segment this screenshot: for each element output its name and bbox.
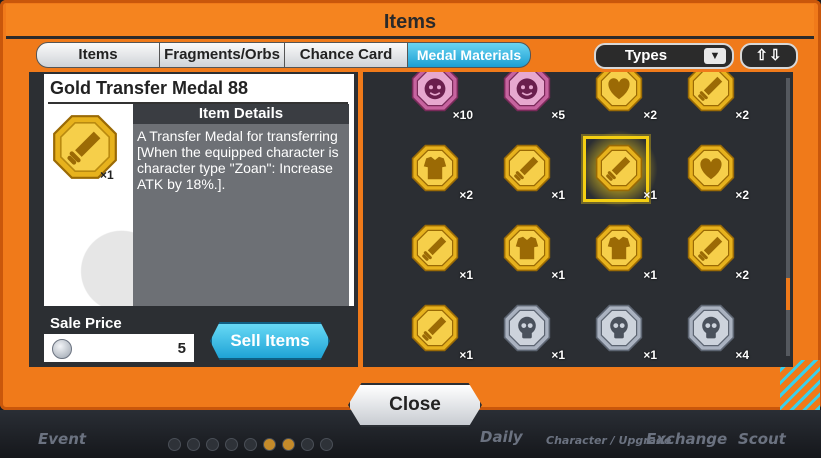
medal-grid: ×10 ×5 ×2 ×2 ×2 ×1 ×1 ×2 ×1 ×1 ×1 ×2 ×1 ×1 ×1 ×4 — [363, 72, 793, 367]
medal-slot[interactable]: ×1 — [405, 300, 473, 362]
tab-bar: Items Fragments/Orbs Chance Card Medal M… — [36, 42, 531, 68]
gold-heart-medal-icon — [595, 72, 643, 117]
medal-count: ×2 — [735, 188, 749, 202]
title-bar: Items — [6, 4, 814, 39]
medal-count: ×1 — [643, 188, 657, 202]
medal-slot[interactable]: ×5 — [497, 72, 565, 122]
grid-scrollbar[interactable] — [786, 78, 790, 356]
bg-nav-scout: Scout — [738, 430, 786, 448]
chevron-down-icon: ▼ — [704, 48, 726, 64]
silver-skull-medal-icon — [595, 304, 643, 357]
tab-items[interactable]: Items — [36, 42, 160, 68]
gold-sword-medal-icon — [687, 224, 735, 277]
medal-count: ×2 — [735, 108, 749, 122]
tab-fragments-orbs[interactable]: Fragments/Orbs — [160, 42, 285, 68]
tab-chance-card[interactable]: Chance Card — [285, 42, 408, 68]
medal-count: ×1 — [643, 268, 657, 282]
medal-count: ×1 — [459, 348, 473, 362]
medal-count: ×1 — [551, 188, 565, 202]
sort-order-button[interactable]: ⇧⇩ — [740, 43, 798, 69]
medal-count: ×1 — [551, 268, 565, 282]
gold-heart-medal-icon — [687, 144, 735, 197]
medal-count: ×2 — [735, 268, 749, 282]
gold-sword-medal-icon — [411, 304, 459, 357]
sale-price-value: 5 — [177, 340, 186, 357]
medal-slot[interactable]: ×4 — [681, 300, 749, 362]
tab-medal-materials[interactable]: Medal Materials — [408, 42, 531, 68]
medal-count: ×1 — [459, 268, 473, 282]
sale-price-label: Sale Price — [44, 314, 194, 334]
medal-count: ×10 — [452, 108, 473, 122]
item-count: ×1 — [100, 168, 114, 182]
silver-skull-medal-icon — [687, 304, 735, 357]
item-description: A Transfer Medal for transferring [When … — [137, 128, 339, 192]
medal-slot[interactable]: ×1 — [583, 136, 657, 202]
silver-skull-medal-icon — [503, 304, 551, 357]
types-label: Types — [624, 47, 668, 64]
medal-slot[interactable]: ×1 — [497, 140, 565, 202]
page-dots — [168, 438, 333, 451]
item-info-card: Gold Transfer Medal 88 ×1 Item Details A… — [44, 74, 354, 306]
item-name: Gold Transfer Medal 88 — [50, 78, 249, 98]
close-button[interactable]: Close — [348, 383, 482, 427]
medal-slot[interactable]: ×1 — [589, 300, 657, 362]
grid-scrollbar-thumb[interactable] — [786, 278, 790, 310]
gold-sword-medal-icon — [503, 144, 551, 197]
gold-sword-medal-icon — [595, 144, 643, 197]
medal-slot[interactable]: ×1 — [497, 300, 565, 362]
medal-slot[interactable]: ×1 — [589, 220, 657, 282]
gold-sword-medal-icon — [687, 72, 735, 117]
dialog-title: Items — [383, 11, 437, 33]
medal-slot[interactable]: ×2 — [405, 140, 473, 202]
item-details-header: Item Details — [133, 104, 349, 124]
medal-slot[interactable]: ×1 — [405, 220, 473, 282]
gold-armor-medal-icon — [595, 224, 643, 277]
medal-slot[interactable]: ×2 — [681, 72, 749, 122]
medal-count: ×5 — [551, 108, 565, 122]
medal-count: ×1 — [643, 348, 657, 362]
silver-coin-icon — [52, 339, 72, 359]
medal-count: ×2 — [459, 188, 473, 202]
medal-slot[interactable]: ×2 — [681, 140, 749, 202]
medal-count: ×1 — [551, 348, 565, 362]
medal-slot[interactable]: ×2 — [681, 220, 749, 282]
medal-slot[interactable]: ×1 — [497, 220, 565, 282]
medal-slot[interactable]: ×10 — [405, 72, 473, 122]
types-dropdown[interactable]: Types ▼ — [594, 43, 734, 69]
gold-armor-medal-icon — [411, 144, 459, 197]
pink-character-medal-icon — [503, 72, 551, 117]
bg-nav-exchange: Exchange — [646, 430, 728, 448]
medal-slot[interactable]: ×2 — [589, 72, 657, 122]
sale-price-box: 5 — [44, 334, 194, 362]
bg-nav-event: Event — [38, 430, 87, 448]
medal-count: ×4 — [735, 348, 749, 362]
gold-armor-medal-icon — [503, 224, 551, 277]
sell-items-button[interactable]: Sell Items — [210, 322, 330, 360]
medal-count: ×2 — [643, 108, 657, 122]
item-details-body: A Transfer Medal for transferring [When … — [133, 124, 349, 306]
bg-nav-daily: Daily — [480, 428, 523, 446]
decorative-stripe — [780, 360, 820, 410]
gold-sword-medal-icon — [411, 224, 459, 277]
